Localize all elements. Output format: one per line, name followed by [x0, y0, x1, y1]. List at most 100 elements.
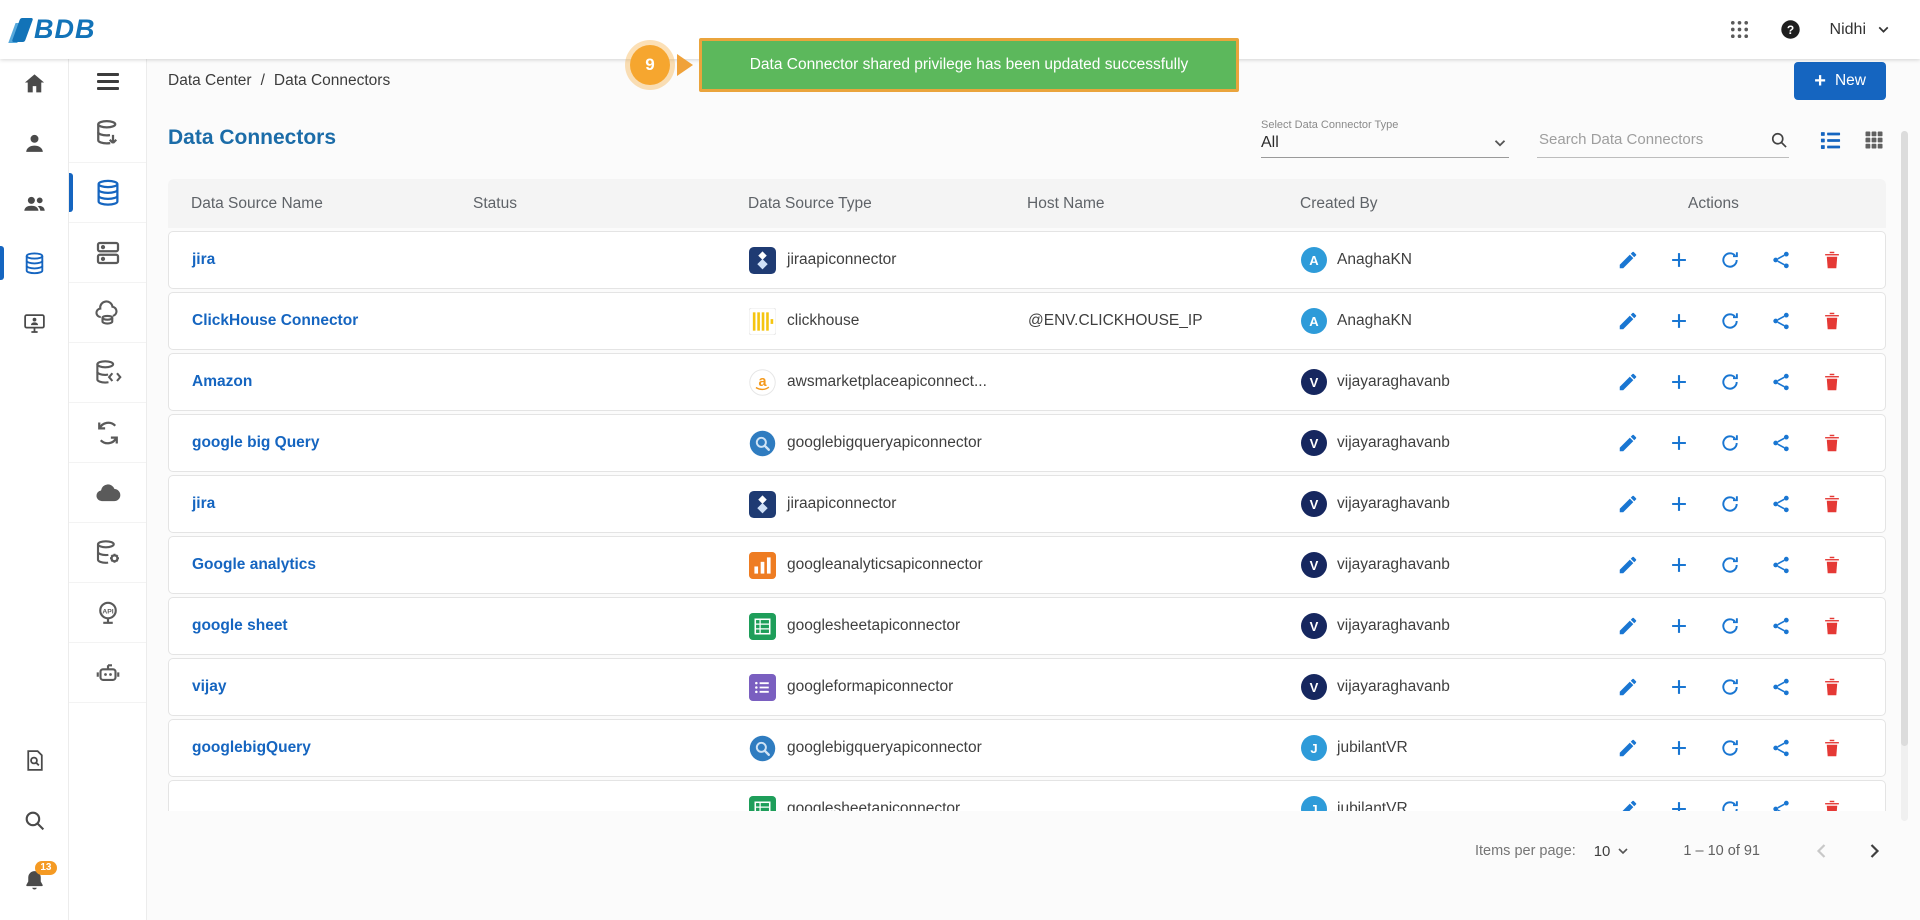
- edit-button[interactable]: [1617, 432, 1639, 454]
- data-source-name-link[interactable]: ClickHouse Connector: [192, 312, 474, 330]
- edit-button[interactable]: [1617, 615, 1639, 637]
- data-source-name-link[interactable]: google big Query: [192, 434, 474, 452]
- search-input[interactable]: [1537, 130, 1769, 149]
- new-button[interactable]: + New: [1794, 62, 1886, 100]
- data-source-name-link[interactable]: jira: [192, 251, 474, 269]
- reload-button[interactable]: [1719, 310, 1741, 332]
- add-button[interactable]: [1668, 371, 1690, 393]
- rail-item-data-sets[interactable]: [69, 223, 146, 283]
- table-row[interactable]: googlebigQuery googlebigqueryapiconnecto…: [168, 719, 1886, 777]
- items-per-page-select[interactable]: 10: [1588, 842, 1638, 861]
- add-button[interactable]: [1668, 798, 1690, 811]
- scrollbar-thumb[interactable]: [1901, 131, 1908, 746]
- edit-button[interactable]: [1617, 493, 1639, 515]
- edit-button[interactable]: [1617, 249, 1639, 271]
- delete-button[interactable]: [1821, 615, 1843, 637]
- sidebar-item-search[interactable]: [0, 796, 68, 844]
- rail-item-iot[interactable]: [69, 643, 146, 703]
- data-source-name-link[interactable]: googlebigQuery: [192, 739, 474, 757]
- data-source-name-link[interactable]: jira: [192, 495, 474, 513]
- rail-item-data-sync[interactable]: [69, 403, 146, 463]
- add-button[interactable]: [1668, 737, 1690, 759]
- edit-button[interactable]: [1617, 310, 1639, 332]
- edit-button[interactable]: [1617, 798, 1639, 811]
- table-row[interactable]: jira jiraapiconnector V vijayaraghavanb: [168, 475, 1886, 533]
- data-source-name-link[interactable]: vijay: [192, 678, 474, 696]
- add-button[interactable]: [1668, 676, 1690, 698]
- reload-button[interactable]: [1719, 554, 1741, 576]
- rail-item-api-connectors[interactable]: [69, 583, 146, 643]
- add-button[interactable]: [1668, 554, 1690, 576]
- rail-item-data-prep[interactable]: [69, 523, 146, 583]
- rail-item-data-stores[interactable]: [69, 103, 146, 163]
- reload-button[interactable]: [1719, 249, 1741, 271]
- data-source-name-link[interactable]: Amazon: [192, 373, 474, 391]
- table-row[interactable]: Amazon awsmarketplaceapiconnect... V vij…: [168, 353, 1886, 411]
- list-view-toggle[interactable]: [1817, 127, 1844, 154]
- sidebar-item-user[interactable]: [0, 119, 68, 167]
- reload-button[interactable]: [1719, 432, 1741, 454]
- share-button[interactable]: [1770, 371, 1792, 393]
- rail-item-data-connectors[interactable]: [69, 163, 146, 223]
- share-button[interactable]: [1770, 310, 1792, 332]
- add-button[interactable]: [1668, 432, 1690, 454]
- delete-button[interactable]: [1821, 493, 1843, 515]
- share-button[interactable]: [1770, 249, 1792, 271]
- share-button[interactable]: [1770, 676, 1792, 698]
- delete-button[interactable]: [1821, 249, 1843, 271]
- edit-button[interactable]: [1617, 554, 1639, 576]
- delete-button[interactable]: [1821, 432, 1843, 454]
- next-page-button[interactable]: [1862, 839, 1886, 863]
- reload-button[interactable]: [1719, 493, 1741, 515]
- table-row[interactable]: ClickHouse Connector clickhouse @ENV.CLI…: [168, 292, 1886, 350]
- sidebar-item-user-board[interactable]: [0, 299, 68, 347]
- data-source-name-link[interactable]: google sheet: [192, 617, 474, 635]
- table-row[interactable]: googlesheetapiconnector J jubilantVR: [168, 780, 1886, 811]
- rail-item-data-catalog[interactable]: [69, 283, 146, 343]
- reload-button[interactable]: [1719, 798, 1741, 811]
- table-row[interactable]: vijay googleformapiconnector V vijayarag…: [168, 658, 1886, 716]
- delete-button[interactable]: [1821, 371, 1843, 393]
- share-button[interactable]: [1770, 615, 1792, 637]
- add-button[interactable]: [1668, 615, 1690, 637]
- add-button[interactable]: [1668, 493, 1690, 515]
- sidebar-item-audit[interactable]: [0, 736, 68, 784]
- reload-button[interactable]: [1719, 676, 1741, 698]
- share-button[interactable]: [1770, 432, 1792, 454]
- table-row[interactable]: Google analytics googleanalyticsapiconne…: [168, 536, 1886, 594]
- table-row[interactable]: google sheet googlesheetapiconnector V v…: [168, 597, 1886, 655]
- share-button[interactable]: [1770, 493, 1792, 515]
- delete-button[interactable]: [1821, 310, 1843, 332]
- data-source-name-link[interactable]: Google analytics: [192, 556, 474, 574]
- share-button[interactable]: [1770, 798, 1792, 811]
- sidebar-item-data-center[interactable]: [0, 239, 68, 287]
- bdb-logo[interactable]: BDB: [16, 14, 96, 45]
- search-icon[interactable]: [1769, 130, 1789, 150]
- rail-item-cloud[interactable]: [69, 463, 146, 523]
- delete-button[interactable]: [1821, 554, 1843, 576]
- previous-page-button[interactable]: [1810, 839, 1834, 863]
- breadcrumb-parent[interactable]: Data Center: [168, 72, 252, 90]
- reload-button[interactable]: [1719, 615, 1741, 637]
- table-row[interactable]: google big Query googlebigqueryapiconnec…: [168, 414, 1886, 472]
- sidebar-item-home[interactable]: [0, 59, 68, 107]
- rail-item-data-scripts[interactable]: [69, 343, 146, 403]
- delete-button[interactable]: [1821, 676, 1843, 698]
- edit-button[interactable]: [1617, 676, 1639, 698]
- sidebar-item-user-groups[interactable]: [0, 179, 68, 227]
- grid-view-toggle[interactable]: [1862, 128, 1886, 152]
- delete-button[interactable]: [1821, 798, 1843, 811]
- table-row[interactable]: jira jiraapiconnector A AnaghaKN: [168, 231, 1886, 289]
- delete-button[interactable]: [1821, 737, 1843, 759]
- apps-grid-button[interactable]: [1728, 18, 1751, 41]
- share-button[interactable]: [1770, 554, 1792, 576]
- menu-toggle[interactable]: [69, 59, 146, 103]
- add-button[interactable]: [1668, 310, 1690, 332]
- reload-button[interactable]: [1719, 737, 1741, 759]
- user-menu[interactable]: Nidhi: [1830, 21, 1892, 39]
- add-button[interactable]: [1668, 249, 1690, 271]
- sidebar-item-notifications[interactable]: 13: [0, 856, 68, 904]
- edit-button[interactable]: [1617, 371, 1639, 393]
- help-button[interactable]: [1779, 18, 1802, 41]
- edit-button[interactable]: [1617, 737, 1639, 759]
